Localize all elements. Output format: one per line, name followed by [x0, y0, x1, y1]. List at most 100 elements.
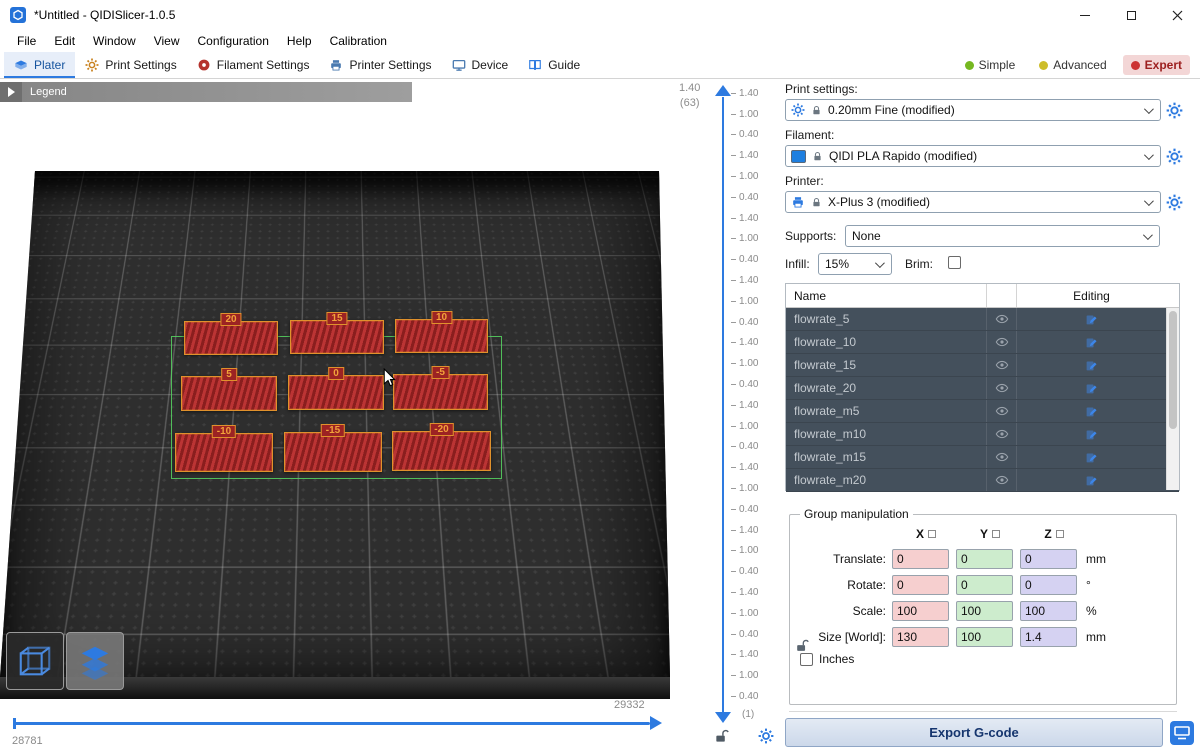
manipulation-row: Size [World]: mm [796, 626, 1170, 647]
eye-icon[interactable] [986, 377, 1016, 399]
inches-checkbox[interactable] [800, 653, 813, 666]
legend-bar[interactable]: Legend [0, 82, 412, 102]
calibration-object[interactable]: -5 [393, 374, 488, 410]
object-list-row[interactable]: flowrate_15 [786, 354, 1179, 377]
object-list-row[interactable]: flowrate_10 [786, 331, 1179, 354]
infill-select[interactable]: 15% [818, 253, 892, 275]
filament-edit-button[interactable] [1166, 148, 1183, 165]
tab-print-settings[interactable]: Print Settings [75, 52, 186, 78]
tick-mark [731, 280, 736, 281]
maximize-button[interactable] [1108, 0, 1154, 30]
object-list-row[interactable]: flowrate_5 [786, 308, 1179, 331]
eye-icon[interactable] [986, 446, 1016, 468]
tab-printer-settings[interactable]: Printer Settings [319, 52, 441, 78]
layer-slider-top-thumb[interactable] [715, 85, 731, 96]
x-value-input[interactable] [892, 575, 949, 595]
edit-icon[interactable] [1016, 423, 1166, 445]
print-settings-combo[interactable]: 0.20mm Fine (modified) [785, 99, 1161, 121]
send-to-printer-icon[interactable] [1170, 721, 1194, 745]
legend-expand-icon[interactable] [0, 82, 22, 102]
brim-checkbox[interactable] [948, 256, 961, 269]
mode-expert[interactable]: Expert [1123, 55, 1190, 75]
filament-combo[interactable]: QIDI PLA Rapido (modified) [785, 145, 1161, 167]
preview-view-button[interactable] [66, 632, 124, 690]
object-list-row[interactable]: flowrate_m20 [786, 469, 1179, 492]
layer-slider-bottom-thumb[interactable] [715, 712, 731, 723]
eye-icon[interactable] [986, 400, 1016, 422]
print-settings-edit-button[interactable] [1166, 102, 1183, 119]
scrollbar-thumb[interactable] [1169, 311, 1177, 429]
edit-icon[interactable] [1016, 331, 1166, 353]
calibration-object[interactable]: 0 [288, 375, 384, 410]
y-value-input[interactable] [956, 575, 1013, 595]
unit-label: % [1086, 604, 1097, 618]
inches-toggle[interactable]: Inches [800, 652, 1170, 666]
calibration-object[interactable]: -15 [284, 432, 382, 472]
printer-edit-button[interactable] [1166, 194, 1183, 211]
object-list-scrollbar[interactable] [1166, 308, 1179, 490]
menu-item[interactable]: Window [84, 30, 145, 52]
object-name: flowrate_m15 [786, 450, 986, 464]
object-list-row[interactable]: flowrate_20 [786, 377, 1179, 400]
y-value-input[interactable] [956, 549, 1013, 569]
menu-item[interactable]: Calibration [321, 30, 396, 52]
calibration-object[interactable]: 5 [181, 376, 277, 411]
export-gcode-button[interactable]: Export G-code [785, 718, 1163, 747]
edit-icon[interactable] [1016, 400, 1166, 422]
mode-simple[interactable]: Simple [957, 55, 1024, 75]
layer-slider[interactable] [722, 97, 724, 713]
z-value-input[interactable] [1020, 601, 1077, 621]
eye-icon[interactable] [986, 354, 1016, 376]
tab-guide[interactable]: Guide [518, 52, 590, 78]
object-name: flowrate_m10 [786, 427, 986, 441]
menu-item[interactable]: Help [278, 30, 321, 52]
close-button[interactable] [1154, 0, 1200, 30]
edit-icon[interactable] [1016, 354, 1166, 376]
eye-icon[interactable] [986, 308, 1016, 330]
3d-editor-view-button[interactable] [6, 632, 64, 690]
menu-item[interactable]: Configuration [189, 30, 278, 52]
horizontal-slider-thumb[interactable] [650, 716, 662, 730]
z-value-input[interactable] [1020, 627, 1077, 647]
tab-device[interactable]: Device [442, 52, 519, 78]
edit-icon[interactable] [1016, 469, 1166, 491]
y-value-input[interactable] [956, 601, 1013, 621]
uniform-scale-lock-icon[interactable] [795, 639, 809, 653]
layer-slider-lock-icon[interactable] [714, 729, 729, 744]
layer-slider-gear-icon[interactable] [758, 728, 774, 744]
edit-icon[interactable] [1016, 446, 1166, 468]
mode-advanced[interactable]: Advanced [1031, 55, 1114, 75]
x-value-input[interactable] [892, 601, 949, 621]
calibration-object[interactable]: -20 [392, 431, 491, 471]
x-value-input[interactable] [892, 549, 949, 569]
y-value-input[interactable] [956, 627, 1013, 647]
printer-combo[interactable]: X-Plus 3 (modified) [785, 191, 1161, 213]
tick-mark [731, 218, 736, 219]
calibration-object[interactable]: -10 [175, 433, 273, 472]
object-list-row[interactable]: flowrate_m15 [786, 446, 1179, 469]
object-list-row[interactable]: flowrate_m10 [786, 423, 1179, 446]
calibration-object[interactable]: 10 [395, 319, 488, 353]
calibration-object[interactable]: 20 [184, 321, 278, 355]
menu-item[interactable]: File [8, 30, 45, 52]
layer-height-tick: 1.00 [731, 541, 783, 562]
x-value-input[interactable] [892, 627, 949, 647]
menu-item[interactable]: Edit [45, 30, 84, 52]
minimize-button[interactable] [1062, 0, 1108, 30]
flow-value-label: 0 [328, 367, 344, 380]
z-value-input[interactable] [1020, 575, 1077, 595]
calibration-object[interactable]: 15 [290, 320, 384, 354]
eye-icon[interactable] [986, 469, 1016, 491]
z-value-input[interactable] [1020, 549, 1077, 569]
supports-select[interactable]: None [845, 225, 1160, 247]
object-list-row[interactable]: flowrate_m5 [786, 400, 1179, 423]
edit-icon[interactable] [1016, 377, 1166, 399]
menu-item[interactable]: View [145, 30, 189, 52]
edit-icon[interactable] [1016, 308, 1166, 330]
eye-icon[interactable] [986, 423, 1016, 445]
3d-viewport[interactable]: 20 15 10 5 0 -5 -10 [0, 79, 670, 750]
horizontal-slider[interactable] [14, 722, 650, 725]
tab-filament-settings[interactable]: Filament Settings [187, 52, 320, 78]
eye-icon[interactable] [986, 331, 1016, 353]
tab-plater[interactable]: Plater [4, 52, 75, 78]
